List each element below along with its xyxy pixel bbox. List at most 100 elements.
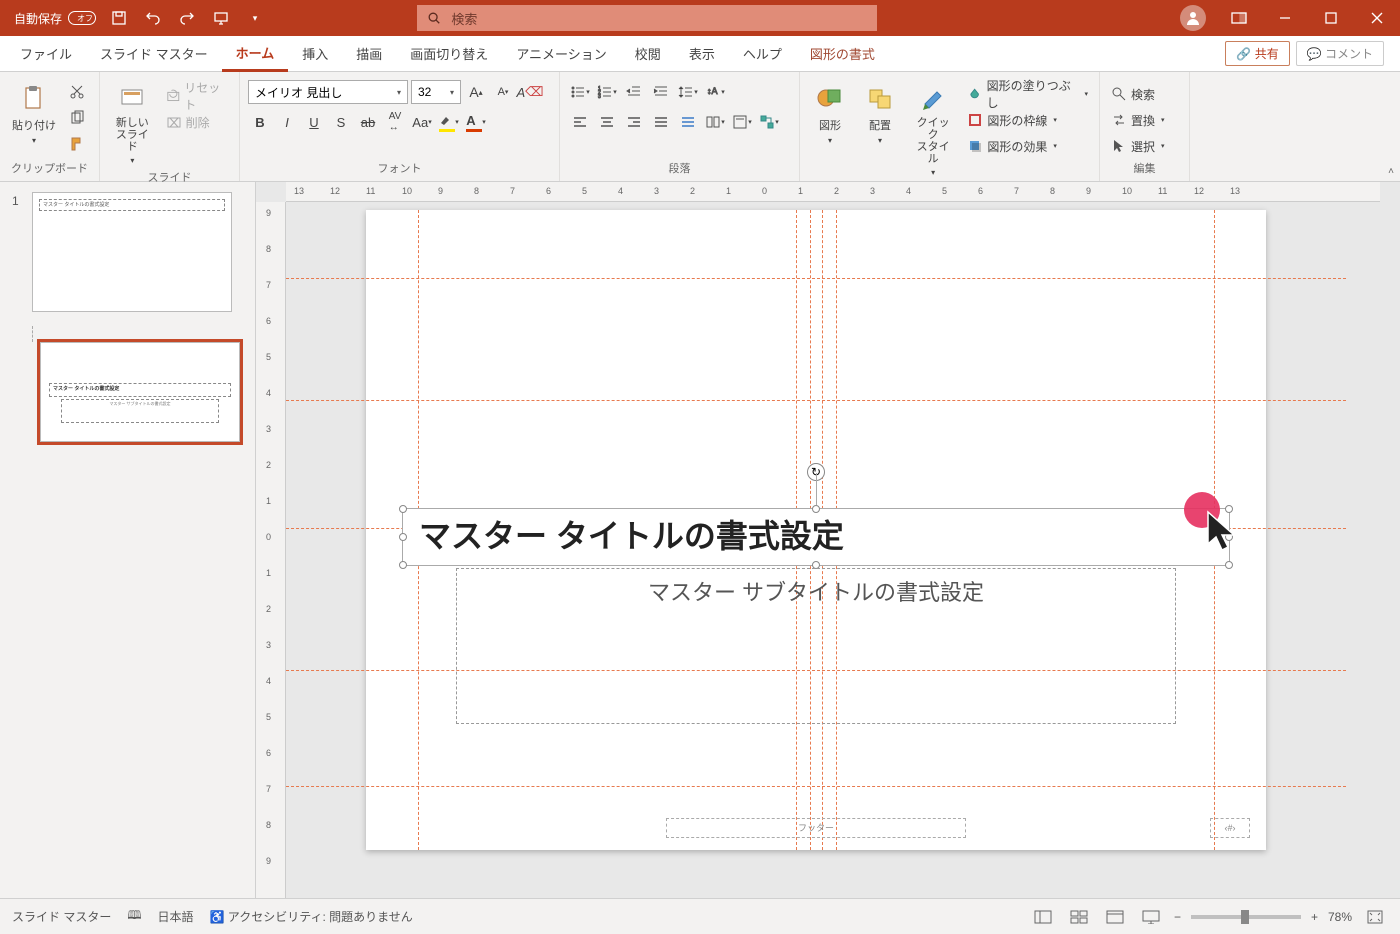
paste-button[interactable]: 貼り付け ▾ [8,80,60,147]
text-direction-button[interactable]: ↕A▾ [703,80,727,104]
tab-draw[interactable]: 描画 [342,36,396,72]
tab-insert[interactable]: 挿入 [288,36,342,72]
slide[interactable]: ↻ マスター タイトルの書式設定 マスター サブタイトルの書式設定 [366,210,1266,850]
shadow-button[interactable]: S [329,110,353,134]
zoom-out-button[interactable]: − [1174,910,1181,924]
smartart-convert-button[interactable]: ▾ [757,110,781,134]
justify-button[interactable] [649,110,673,134]
change-case-button[interactable]: Aa▾ [410,110,434,134]
zoom-slider[interactable] [1191,915,1301,919]
slideshow-from-start-icon[interactable] [210,7,232,29]
shape-effects-button[interactable]: 図形の効果▾ [964,134,1091,158]
delete-slide-button[interactable]: 削除 [163,110,231,134]
account-avatar[interactable] [1180,5,1206,31]
undo-icon[interactable] [142,7,164,29]
normal-view-icon[interactable] [1030,906,1056,928]
underline-button[interactable]: U [302,110,326,134]
align-left-button[interactable] [568,110,592,134]
align-right-button[interactable] [622,110,646,134]
distribute-button[interactable] [676,110,700,134]
comments-button[interactable]: 💬 コメント [1296,41,1384,66]
strikethrough-button[interactable]: ab [356,110,380,134]
title-text[interactable]: マスター タイトルの書式設定 [403,509,1229,563]
bullets-button[interactable]: ▾ [568,80,592,104]
subtitle-placeholder[interactable]: マスター サブタイトルの書式設定 [456,568,1176,724]
guide-horizontal[interactable] [286,278,1346,279]
resize-handle[interactable] [399,505,407,513]
zoom-level[interactable]: 78% [1328,910,1352,924]
tab-home[interactable]: ホーム [222,36,289,72]
character-spacing-button[interactable]: AV↔ [383,110,407,134]
resize-handle[interactable] [399,533,407,541]
copy-button[interactable] [66,106,88,130]
slide-canvas-area[interactable]: 13121110987654321012345678910111213 9876… [256,182,1400,898]
tab-help[interactable]: ヘルプ [729,36,796,72]
slideshow-view-icon[interactable] [1138,906,1164,928]
collapse-ribbon-icon[interactable]: ˄ [1388,166,1394,177]
fit-to-window-icon[interactable] [1362,906,1388,928]
select-button[interactable]: 選択▾ [1108,134,1168,158]
autosave-toggle[interactable]: 自動保存 オフ [14,10,96,27]
save-icon[interactable] [108,7,130,29]
align-text-button[interactable]: ▾ [730,110,754,134]
arrange-button[interactable]: 配置▾ [858,80,902,147]
reset-slide-button[interactable]: リセット [163,84,231,108]
resize-handle[interactable] [1225,561,1233,569]
layout-thumbnail[interactable]: マスター タイトルの書式設定 マスター サブタイトルの書式設定 [40,342,240,442]
font-name-combo[interactable]: メイリオ 見出し▾ [248,80,408,104]
line-spacing-button[interactable]: ▾ [676,80,700,104]
increase-indent-button[interactable] [649,80,673,104]
quick-styles-button[interactable]: クイック スタイル▾ [908,80,958,179]
guide-horizontal[interactable] [286,400,1346,401]
close-button[interactable] [1354,0,1400,36]
decrease-indent-button[interactable] [622,80,646,104]
tab-transitions[interactable]: 画面切り替え [396,36,502,72]
tab-view[interactable]: 表示 [675,36,729,72]
maximize-button[interactable] [1308,0,1354,36]
replace-button[interactable]: 置換▾ [1108,108,1168,132]
italic-button[interactable]: I [275,110,299,134]
redo-icon[interactable] [176,7,198,29]
columns-button[interactable]: ▾ [703,110,727,134]
tab-shape-format[interactable]: 図形の書式 [796,36,889,72]
title-placeholder[interactable]: ↻ マスター タイトルの書式設定 [402,508,1230,566]
shapes-button[interactable]: 図形▾ [808,80,852,147]
search-box[interactable]: 検索 [417,5,877,31]
status-spellcheck-icon[interactable]: 🕮 [127,906,141,927]
minimize-button[interactable] [1262,0,1308,36]
tab-slide-master[interactable]: スライド マスター [86,36,222,72]
slide-thumbnail-panel[interactable]: 1 マスター タイトルの書式設定 マスター タイトルの書式設定 マスター サブタ… [0,182,256,898]
bold-button[interactable]: B [248,110,272,134]
footer-placeholder[interactable]: フッター [666,818,966,838]
sorter-view-icon[interactable] [1066,906,1092,928]
tab-review[interactable]: 校閲 [621,36,675,72]
reading-view-icon[interactable] [1102,906,1128,928]
find-button[interactable]: 検索 [1108,82,1168,106]
font-size-combo[interactable]: 32▾ [411,80,461,104]
qat-customize-icon[interactable]: ▾ [244,7,266,29]
resize-handle[interactable] [812,505,820,513]
tab-file[interactable]: ファイル [6,36,86,72]
tab-animations[interactable]: アニメーション [502,36,620,72]
align-center-button[interactable] [595,110,619,134]
guide-horizontal[interactable] [286,786,1346,787]
zoom-in-button[interactable]: + [1311,910,1318,924]
status-accessibility[interactable]: ♿ アクセシビリティ: 問題ありません [210,908,413,925]
master-thumbnail[interactable]: マスター タイトルの書式設定 [32,192,232,312]
font-color-button[interactable]: A▾ [464,110,488,134]
subtitle-text[interactable]: マスター サブタイトルの書式設定 [457,569,1175,607]
share-button[interactable]: 🔗 共有 [1225,41,1289,66]
shape-fill-button[interactable]: 図形の塗りつぶし▾ [964,82,1091,106]
status-language[interactable]: 日本語 [158,908,194,925]
ribbon-display-options-icon[interactable] [1216,0,1262,36]
new-slide-button[interactable]: 新しい スライド ▾ [108,80,157,167]
increase-font-icon[interactable]: A▴ [464,80,488,104]
highlight-color-button[interactable]: ▾ [437,110,461,134]
resize-handle[interactable] [399,561,407,569]
format-painter-button[interactable] [66,132,88,156]
shape-outline-button[interactable]: 図形の枠線▾ [964,108,1091,132]
decrease-font-icon[interactable]: A▾ [491,80,515,104]
clear-formatting-icon[interactable]: A⌫ [518,80,542,104]
cut-button[interactable] [66,80,88,104]
slide-number-placeholder[interactable]: ‹#› [1210,818,1250,838]
